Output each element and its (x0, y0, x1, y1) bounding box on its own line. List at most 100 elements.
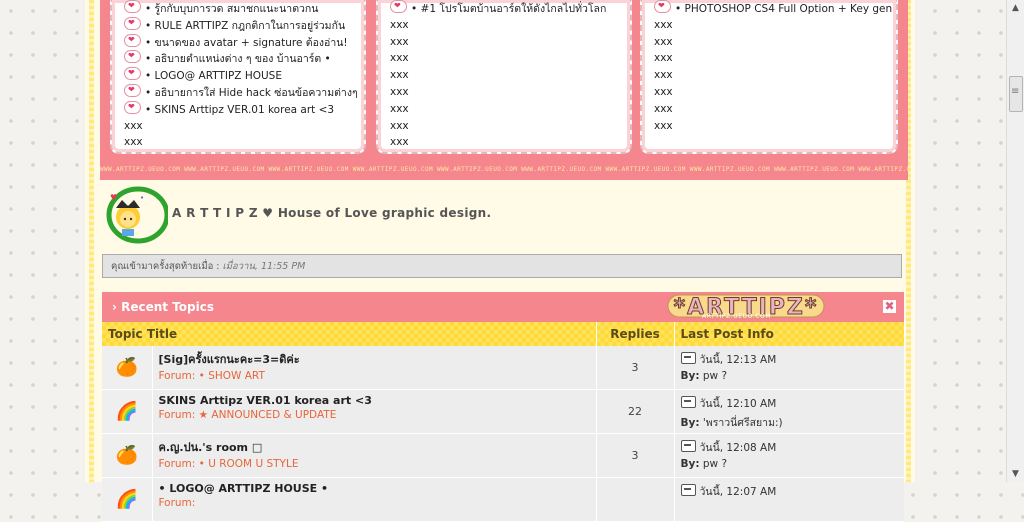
replies-count (596, 477, 675, 522)
announcement-link[interactable]: xxx (390, 17, 630, 34)
scroll-up-icon[interactable]: ▲ (1007, 0, 1024, 16)
announcement-link[interactable]: • LOGO@ ARTTIPZ HOUSE (124, 67, 364, 84)
replies-count: 3 (596, 433, 675, 478)
last-post-icon[interactable] (680, 396, 696, 408)
last-post-time: วันนี้, 12:08 AM (699, 442, 777, 454)
announcement-column-2: • #1 โปรโมตบ้านอาร์ตให้ดังไกลไปทั่วโลกxx… (376, 0, 632, 154)
table-row: 🍊 ค.ญ.ปน.'s room □ Forum: • U ROOM U STYLE… (102, 433, 904, 478)
last-post-cell: วันนี้, 12:08 AM By: pw ? (674, 433, 904, 478)
topic-cell: [Sig]ครั้งแรกนะคะ=3=ดิค่ะ Forum: • SHOW A… (152, 346, 597, 390)
recent-topics-panel: › Recent Topics *ARTTIPZ* ARTTIPZ.UEUO.C… (102, 292, 905, 522)
last-post-header: Last Post Info (674, 322, 905, 346)
announcement-link[interactable]: • อธิบายตำแหน่งต่าง ๆ ของ บ้านอาร์ต • (124, 50, 364, 67)
topic-cell: ค.ญ.ปน.'s room □ Forum: • U ROOM U STYLE (152, 433, 597, 478)
announcement-link[interactable]: xxx (390, 34, 630, 51)
by-label: By: (680, 458, 700, 470)
vertical-scrollbar[interactable]: ▲ ▼ (1006, 0, 1024, 482)
replies-count: 22 (596, 389, 675, 434)
announcement-link[interactable]: xxx (390, 101, 630, 118)
announcement-link[interactable]: • อธิบายการใส่ Hide hack ซ่อนข้อความต่าง… (124, 83, 364, 101)
recent-topics-title[interactable]: › Recent Topics (112, 300, 214, 314)
announcement-link[interactable]: xxx (654, 118, 896, 135)
replies-count: 3 (596, 346, 675, 390)
announcement-link[interactable]: xxx (390, 67, 630, 84)
announcement-link[interactable]: xxx (390, 50, 630, 67)
orange-icon: 🍊 (115, 445, 138, 466)
announcement-column-3: • PHOTOSHOP CS4 Full Option + Key genxxx… (640, 0, 898, 154)
announcement-link[interactable]: xxx (654, 17, 896, 34)
topic-cell: • LOGO@ ARTTIPZ HOUSE • Forum: (152, 477, 597, 522)
orange-icon: 🍊 (115, 357, 138, 378)
heart-bubble-icon (124, 50, 141, 65)
svg-text:•: • (140, 194, 144, 202)
avatar: ♥ • (106, 186, 168, 244)
last-post-time: วันนี้, 12:10 AM (699, 398, 777, 410)
announcement-link[interactable]: xxx (654, 67, 896, 84)
topic-title-link[interactable]: ค.ญ.ปน.'s room □ (159, 438, 590, 456)
topic-title-link[interactable]: [Sig]ครั้งแรกนะคะ=3=ดิค่ะ (159, 350, 590, 368)
last-post-icon[interactable] (680, 352, 696, 364)
topic-cell: SKINS Arttipz VER.01 korea art <3 Forum: … (152, 389, 597, 434)
forum-link[interactable]: Forum: ★ ANNOUNCED & UPDATE (159, 409, 590, 421)
last-poster-link[interactable]: pw ? (703, 370, 727, 382)
heart-bubble-icon (124, 100, 141, 116)
rainbow-icon: 🌈 (115, 489, 138, 510)
scroll-down-icon[interactable]: ▼ (1007, 466, 1024, 482)
last-visit-label: คุณเข้ามาครั้งสุดท้ายเมื่อ : (111, 261, 220, 272)
topic-icon-cell: 🌈 (102, 389, 153, 434)
forum-link[interactable]: Forum: • SHOW ART (159, 370, 590, 382)
last-poster-link[interactable]: 'พราวนี่ศรีสยาม:) (703, 417, 783, 429)
announcement-link[interactable]: xxx (654, 101, 896, 118)
announcement-link[interactable]: xxx (390, 84, 630, 101)
svg-text:♥: ♥ (110, 193, 117, 202)
heart-bubble-icon (124, 16, 141, 32)
forum-link[interactable]: Forum: • U ROOM U STYLE (159, 458, 590, 470)
announcement-link[interactable]: xxx (390, 118, 630, 135)
rainbow-icon: 🌈 (115, 401, 138, 422)
table-row: 🌈 • LOGO@ ARTTIPZ HOUSE • Forum: วันนี้, 1… (102, 477, 904, 522)
table-row: 🍊 [Sig]ครั้งแรกนะคะ=3=ดิค่ะ Forum: • SHOW … (102, 346, 904, 390)
announcement-link[interactable]: xxx (654, 50, 896, 67)
scroll-thumb[interactable] (1009, 76, 1023, 112)
forum-link[interactable]: Forum: (159, 497, 590, 509)
announcement-link[interactable]: • #1 โปรโมตบ้านอาร์ตให้ดังไกลไปทั่วโลก (390, 0, 630, 17)
heart-bubble-icon (124, 67, 141, 82)
last-post-icon[interactable] (680, 484, 696, 496)
announcement-link[interactable]: • ขนาดของ avatar + signature ต้องอ่าน! (124, 33, 364, 51)
announcement-link[interactable]: xxx (124, 118, 364, 135)
site-watermark: WWW.ARTTIPZ.UEUO.COM WWW.ARTTIPZ.UEUO.CO… (100, 166, 908, 173)
announcement-link[interactable]: xxx (654, 34, 896, 51)
topic-title-link[interactable]: • LOGO@ ARTTIPZ HOUSE • (159, 482, 590, 495)
close-icon[interactable]: ✖ (883, 300, 896, 313)
announcement-link[interactable]: xxx (124, 134, 364, 151)
topic-icon-cell: 🍊 (102, 346, 153, 390)
heart-bubble-icon (390, 0, 407, 15)
heart-bubble-icon (124, 83, 141, 99)
last-post-time: วันนี้, 12:13 AM (699, 354, 777, 366)
announcement-link[interactable]: xxx (390, 134, 630, 151)
topic-icon-cell: 🍊 (102, 433, 153, 478)
last-poster-link[interactable]: pw ? (703, 458, 727, 470)
last-post-icon[interactable] (680, 440, 696, 452)
by-label: By: (680, 417, 700, 429)
last-post-cell: วันนี้, 12:13 AM By: pw ? (674, 346, 904, 390)
logo-url: ARTTIPZ.UEUO.COM (702, 313, 772, 320)
announcement-link[interactable]: • RULE ARTTIPZ กฎกติกาในการอยู่ร่วมกัน (124, 16, 364, 34)
heart-bubble-icon (654, 0, 671, 15)
signature-row: ♥ • A R T T I P Z ♥ House of Love graphi… (100, 186, 908, 250)
recent-topics-table: Topic Title Replies Last Post Info 🍊 [Sig… (102, 322, 905, 522)
announcement-link[interactable]: • รู้กกับบุบการวด สมาชกแนะนาตวกน (124, 0, 364, 17)
by-label: By: (680, 370, 700, 382)
announcement-column-1: • รู้กกับบุบการวด สมาชกแนะนาตวกน• RULE A… (110, 0, 366, 154)
last-visit-value: เมื่อวาน, 11:55 PM (222, 261, 306, 272)
topic-title-link[interactable]: SKINS Arttipz VER.01 korea art <3 (159, 394, 590, 407)
heart-bubble-icon (124, 33, 141, 48)
heart-bubble-icon (124, 0, 141, 15)
announcement-link[interactable]: • SKINS Arttipz VER.01 korea art <3 (124, 100, 364, 118)
recent-topics-header: › Recent Topics *ARTTIPZ* ARTTIPZ.UEUO.C… (102, 292, 904, 322)
topic-icon-cell: 🌈 (102, 477, 153, 522)
announcement-link[interactable]: xxx (654, 84, 896, 101)
last-visit-bar: คุณเข้ามาครั้งสุดท้ายเมื่อ : เมื่อวาน, 1… (102, 254, 902, 278)
replies-header: Replies (596, 322, 675, 346)
announcement-link[interactable]: • PHOTOSHOP CS4 Full Option + Key gen (654, 0, 896, 17)
